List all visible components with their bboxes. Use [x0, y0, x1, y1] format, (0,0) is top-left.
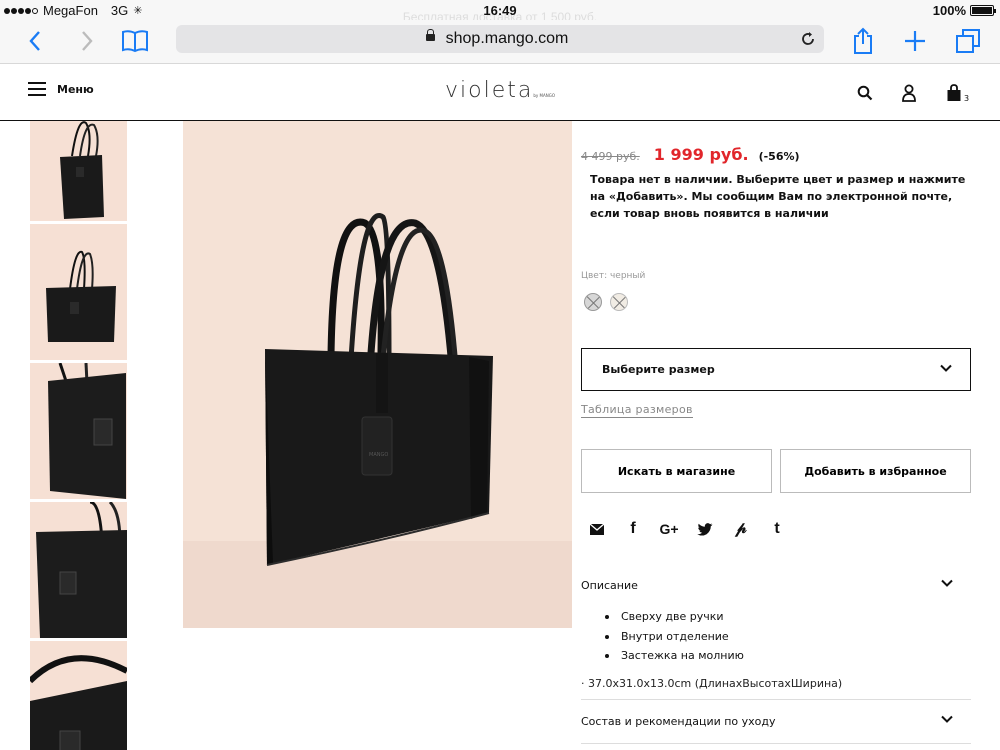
color-swatch-black[interactable]: [584, 293, 602, 311]
bag-icon[interactable]: [943, 82, 965, 104]
account-icon[interactable]: [898, 82, 920, 104]
forward-icon[interactable]: [72, 26, 102, 56]
size-select-label: Выберите размер: [602, 363, 715, 376]
share-links: f G+ 𝓅 t: [587, 519, 787, 539]
old-price: 4 499 руб.: [581, 150, 640, 163]
find-in-store-button[interactable]: Искать в магазине: [581, 449, 772, 493]
price-block: 4 499 руб. 1 999 руб. (-56%): [581, 145, 800, 164]
bookmarks-icon[interactable]: [120, 26, 150, 56]
site-header: Меню violetaby MANGO 3: [0, 64, 1000, 121]
add-to-favorites-button[interactable]: Добавить в избранное: [780, 449, 971, 493]
thumbnail-3[interactable]: [30, 363, 127, 499]
thumbnail-strip: [30, 121, 127, 750]
new-tab-icon[interactable]: [900, 26, 930, 56]
brand-logo[interactable]: violetaby MANGO: [0, 78, 1000, 103]
back-icon[interactable]: [20, 26, 50, 56]
divider: [581, 699, 971, 700]
bag-count: 3: [964, 94, 970, 103]
list-item: Внутри отделение: [605, 627, 744, 647]
divider: [581, 743, 971, 744]
dimensions: · 37.0x31.0x13.0cm (ДлинахВысотахШирина): [581, 677, 843, 690]
thumbnail-2[interactable]: [30, 224, 127, 360]
product-main-image[interactable]: MANGO: [183, 121, 572, 628]
care-title: Состав и рекомендации по уходу: [581, 715, 776, 728]
sale-price: 1 999 руб.: [653, 145, 749, 164]
logo-word: violeta: [445, 78, 534, 103]
logo-tag: by MANGO: [533, 93, 555, 98]
tumblr-icon[interactable]: t: [767, 519, 787, 539]
size-table-link[interactable]: Таблица размеров: [581, 403, 693, 418]
twitter-icon[interactable]: [695, 519, 715, 539]
description-list: Сверху две ручки Внутри отделение Застеж…: [605, 607, 744, 666]
battery-icon: [970, 5, 996, 16]
list-item: Сверху две ручки: [605, 607, 744, 627]
chevron-down-icon: [941, 713, 953, 728]
discount-badge: (-56%): [758, 150, 800, 163]
color-label: Цвет: черный: [581, 271, 646, 281]
tabs-icon[interactable]: [953, 26, 983, 56]
description-accordion[interactable]: Описание: [581, 579, 971, 592]
chevron-down-icon: [940, 362, 952, 377]
search-icon[interactable]: [854, 82, 876, 104]
browser-toolbar: shop.mango.com: [0, 20, 1000, 64]
svg-text:MANGO: MANGO: [369, 452, 388, 458]
care-accordion[interactable]: Состав и рекомендации по уходу: [581, 715, 971, 728]
thumbnail-5[interactable]: [30, 641, 127, 750]
battery-percent: 100%: [932, 3, 966, 18]
stock-message: Товара нет в наличии. Выберите цвет и ра…: [590, 173, 966, 220]
share-icon[interactable]: [848, 26, 878, 56]
reload-icon[interactable]: [798, 29, 818, 49]
color-swatch-alt[interactable]: [610, 293, 628, 311]
thumbnail-4[interactable]: [30, 502, 127, 638]
size-select[interactable]: Выберите размер: [581, 348, 971, 391]
mail-icon[interactable]: [587, 519, 607, 539]
pinterest-icon[interactable]: 𝓅: [731, 519, 751, 539]
chevron-down-icon: [941, 577, 953, 592]
address-bar[interactable]: shop.mango.com: [176, 25, 824, 53]
facebook-icon[interactable]: f: [623, 519, 643, 539]
status-right: 100%: [932, 3, 996, 18]
google-plus-icon[interactable]: G+: [659, 519, 679, 539]
url-text: shop.mango.com: [445, 30, 569, 47]
status-bar: MegaFon 3G ✳ Бесплатная доставка от 1 50…: [0, 0, 1000, 24]
thumbnail-1[interactable]: [30, 121, 127, 221]
clock: 16:49: [483, 3, 517, 18]
description-title: Описание: [581, 579, 638, 592]
list-item: Застежка на молнию: [605, 646, 744, 666]
